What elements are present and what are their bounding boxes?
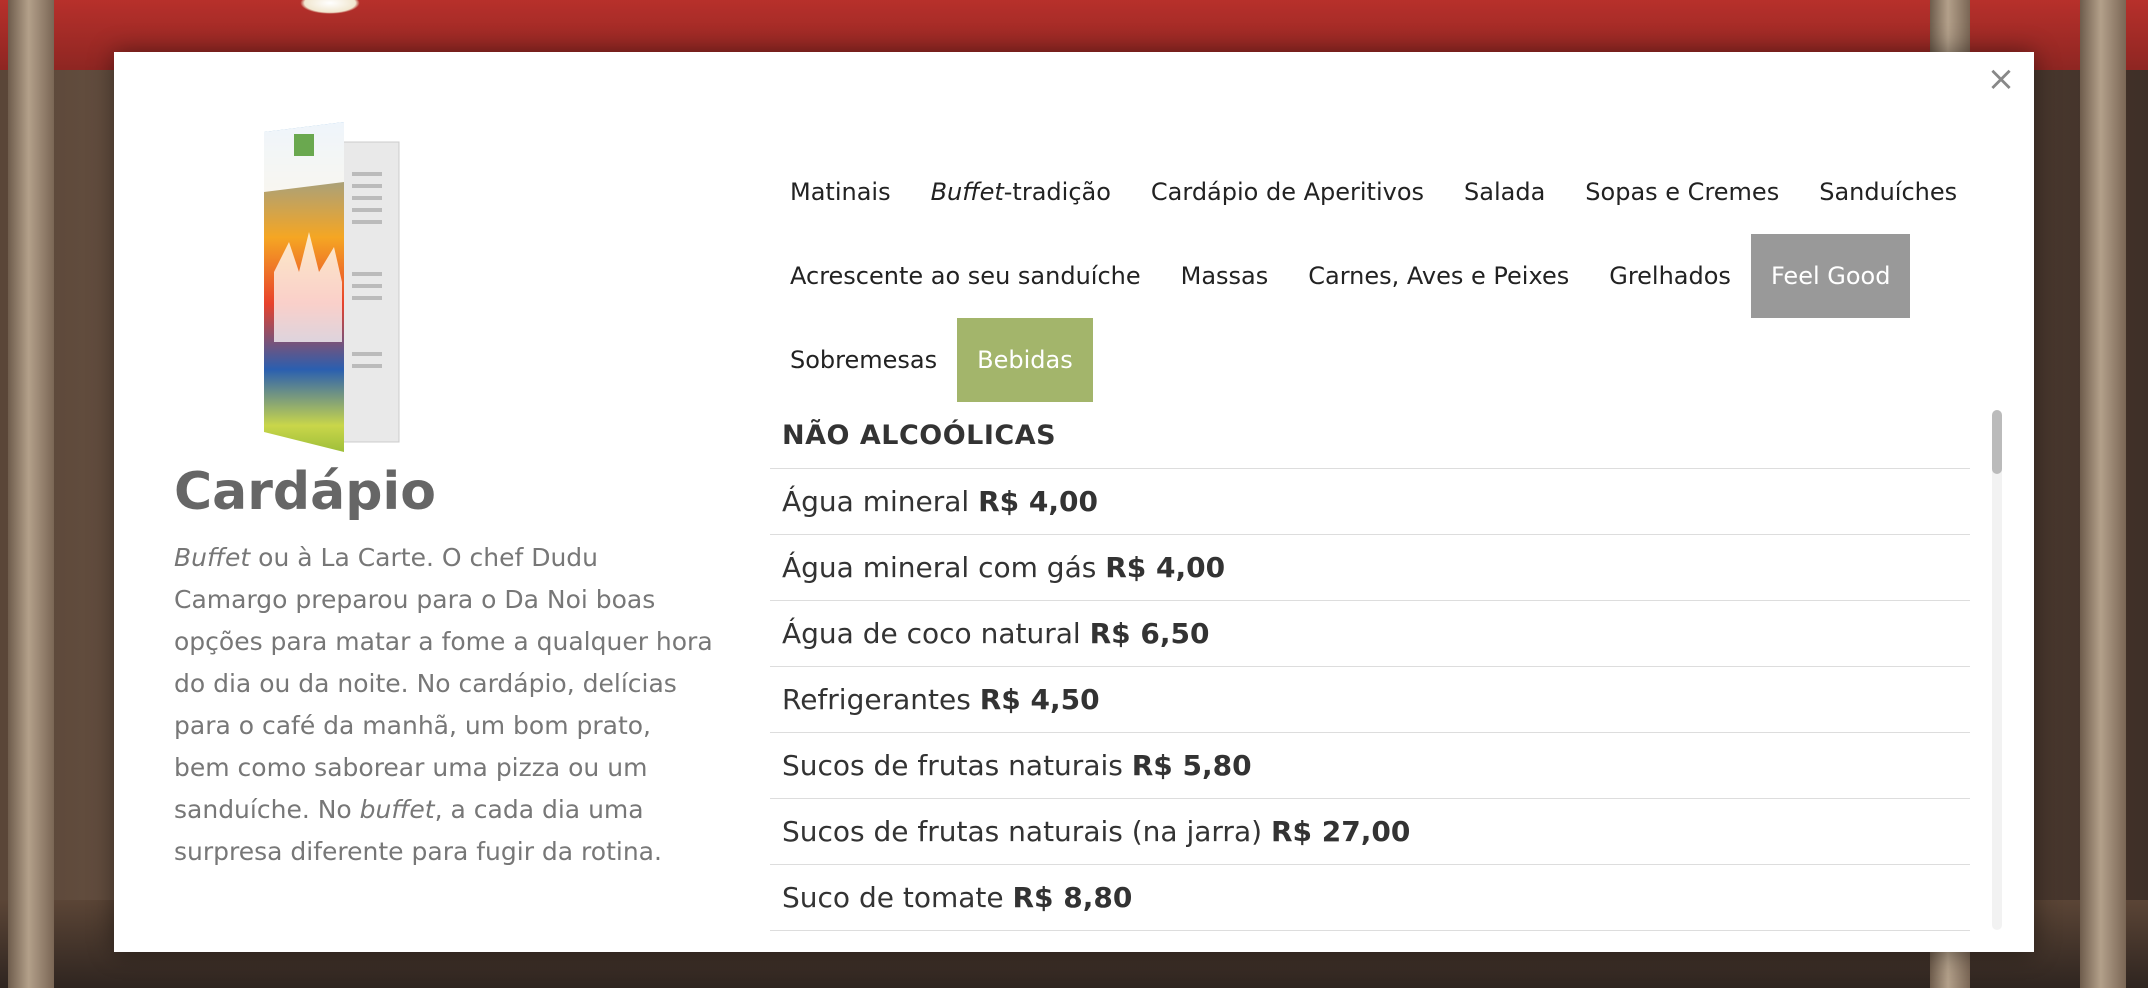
tab-acrescente[interactable]: Acrescente ao seu sanduíche	[770, 234, 1161, 318]
tab-massas[interactable]: Massas	[1161, 234, 1289, 318]
tab-carnes-aves-peixes[interactable]: Carnes, Aves e Peixes	[1288, 234, 1589, 318]
tab-matinais[interactable]: Matinais	[770, 150, 911, 234]
intro-description: Buffet ou à La Carte. O chef Dudu Camarg…	[174, 543, 713, 866]
list-item: Sucos de frutas naturais R$ 5,80	[770, 733, 1970, 799]
list-item: Refrigerantes R$ 4,50	[770, 667, 1970, 733]
list-item: Água mineral R$ 4,00	[770, 469, 1970, 535]
tab-feel-good[interactable]: Feel Good	[1750, 234, 1911, 318]
list-item: Água mineral com gás R$ 4,00	[770, 535, 1970, 601]
tab-grelhados[interactable]: Grelhados	[1589, 234, 1751, 318]
tab-sanduiches[interactable]: Sanduíches	[1799, 150, 1977, 234]
page-title: Cardápio	[174, 462, 436, 522]
tab-salada[interactable]: Salada	[1444, 150, 1565, 234]
tab-bebidas[interactable]: Bebidas	[957, 318, 1093, 402]
scrollbar-thumb[interactable]	[1992, 410, 2002, 474]
menu-modal: × Cardápio Buffet ou à La Carte. O chef …	[114, 52, 2034, 952]
menu-booklet-image	[264, 122, 400, 452]
scrollbar[interactable]	[1992, 410, 2002, 930]
tab-buffet-tradicao[interactable]: Buffet -tradição	[911, 150, 1131, 234]
category-tabs: Matinais Buffet -tradição Cardápio de Ape…	[770, 150, 2030, 402]
list-item: Sucos de frutas naturais (na jarra) R$ 2…	[770, 799, 1970, 865]
tab-sopas-cremes[interactable]: Sopas e Cremes	[1565, 150, 1799, 234]
section-title: NÃO ALCOÓLICAS	[770, 404, 1970, 469]
list-item: Água de coco natural R$ 6,50	[770, 601, 1970, 667]
tab-aperitivos[interactable]: Cardápio de Aperitivos	[1131, 150, 1444, 234]
menu-items-list[interactable]: NÃO ALCOÓLICAS Água mineral R$ 4,00 Água…	[770, 404, 1970, 936]
close-icon[interactable]: ×	[1984, 62, 2018, 96]
list-item: Suco de tomate R$ 8,80	[770, 865, 1970, 931]
tab-sobremesas[interactable]: Sobremesas	[770, 318, 957, 402]
